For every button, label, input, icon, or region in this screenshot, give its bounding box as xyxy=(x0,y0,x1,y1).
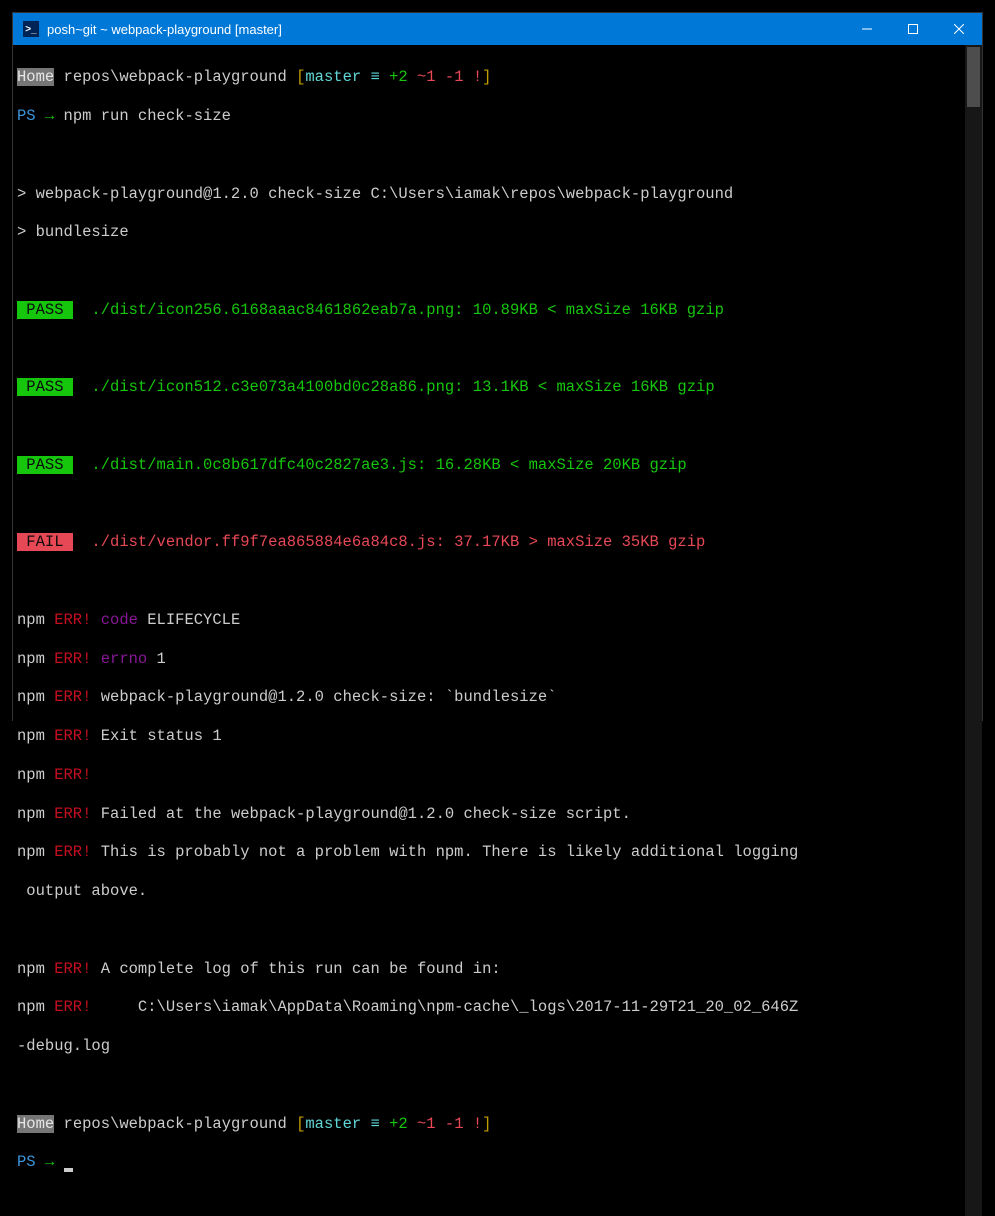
minimize-button[interactable] xyxy=(844,13,890,45)
terminal-output: Home repos\webpack-playground [master ≡ … xyxy=(13,45,965,1216)
window-controls xyxy=(844,13,982,45)
error-line: npm ERR! webpack-playground@1.2.0 check-… xyxy=(17,688,965,707)
powershell-icon: >_ xyxy=(23,21,39,37)
close-button[interactable] xyxy=(936,13,982,45)
pass-badge: PASS xyxy=(17,456,73,474)
prompt-home: Home xyxy=(17,68,54,86)
error-line: output above. xyxy=(17,882,965,901)
command-line[interactable]: PS → xyxy=(17,1153,965,1172)
result-pass: PASS ./dist/icon512.c3e073a4100bd0c28a86… xyxy=(17,378,965,397)
error-line: npm ERR! Exit status 1 xyxy=(17,727,965,746)
terminal-area[interactable]: Home repos\webpack-playground [master ≡ … xyxy=(13,45,982,1216)
pass-badge: PASS xyxy=(17,301,73,319)
output-line xyxy=(17,572,965,591)
output-line xyxy=(17,921,965,940)
error-line: npm ERR! code ELIFECYCLE xyxy=(17,611,965,630)
pass-badge: PASS xyxy=(17,378,73,396)
maximize-button[interactable] xyxy=(890,13,936,45)
output-line: > webpack-playground@1.2.0 check-size C:… xyxy=(17,185,965,204)
output-line xyxy=(17,146,965,165)
result-pass: PASS ./dist/icon256.6168aaac8461862eab7a… xyxy=(17,301,965,320)
error-line: npm ERR! xyxy=(17,766,965,785)
result-pass: PASS ./dist/main.0c8b617dfc40c2827ae3.js… xyxy=(17,456,965,475)
error-line: npm ERR! This is probably not a problem … xyxy=(17,843,965,862)
error-line: npm ERR! Failed at the webpack-playgroun… xyxy=(17,805,965,824)
output-line: > bundlesize xyxy=(17,223,965,242)
fail-badge: FAIL xyxy=(17,533,73,551)
output-line xyxy=(17,417,965,436)
titlebar[interactable]: >_ posh~git ~ webpack-playground [master… xyxy=(13,13,982,45)
cursor xyxy=(64,1168,73,1172)
error-line: npm ERR! C:\Users\iamak\AppData\Roaming\… xyxy=(17,998,965,1017)
terminal-window: >_ posh~git ~ webpack-playground [master… xyxy=(12,12,983,721)
command-line: PS → npm run check-size xyxy=(17,107,965,126)
output-line xyxy=(17,262,965,281)
result-fail: FAIL ./dist/vendor.ff9f7ea865884e6a84c8.… xyxy=(17,533,965,552)
output-line xyxy=(17,1076,965,1095)
output-line xyxy=(17,495,965,514)
error-line: npm ERR! errno 1 xyxy=(17,650,965,669)
window-title: posh~git ~ webpack-playground [master] xyxy=(47,22,844,37)
output-line xyxy=(17,340,965,359)
prompt-home: Home xyxy=(17,1115,54,1133)
error-line: -debug.log xyxy=(17,1037,965,1056)
scrollbar-thumb[interactable] xyxy=(967,47,980,107)
scrollbar[interactable] xyxy=(965,45,982,1216)
prompt-line: Home repos\webpack-playground [master ≡ … xyxy=(17,68,965,87)
error-line: npm ERR! A complete log of this run can … xyxy=(17,960,965,979)
prompt-line: Home repos\webpack-playground [master ≡ … xyxy=(17,1115,965,1134)
